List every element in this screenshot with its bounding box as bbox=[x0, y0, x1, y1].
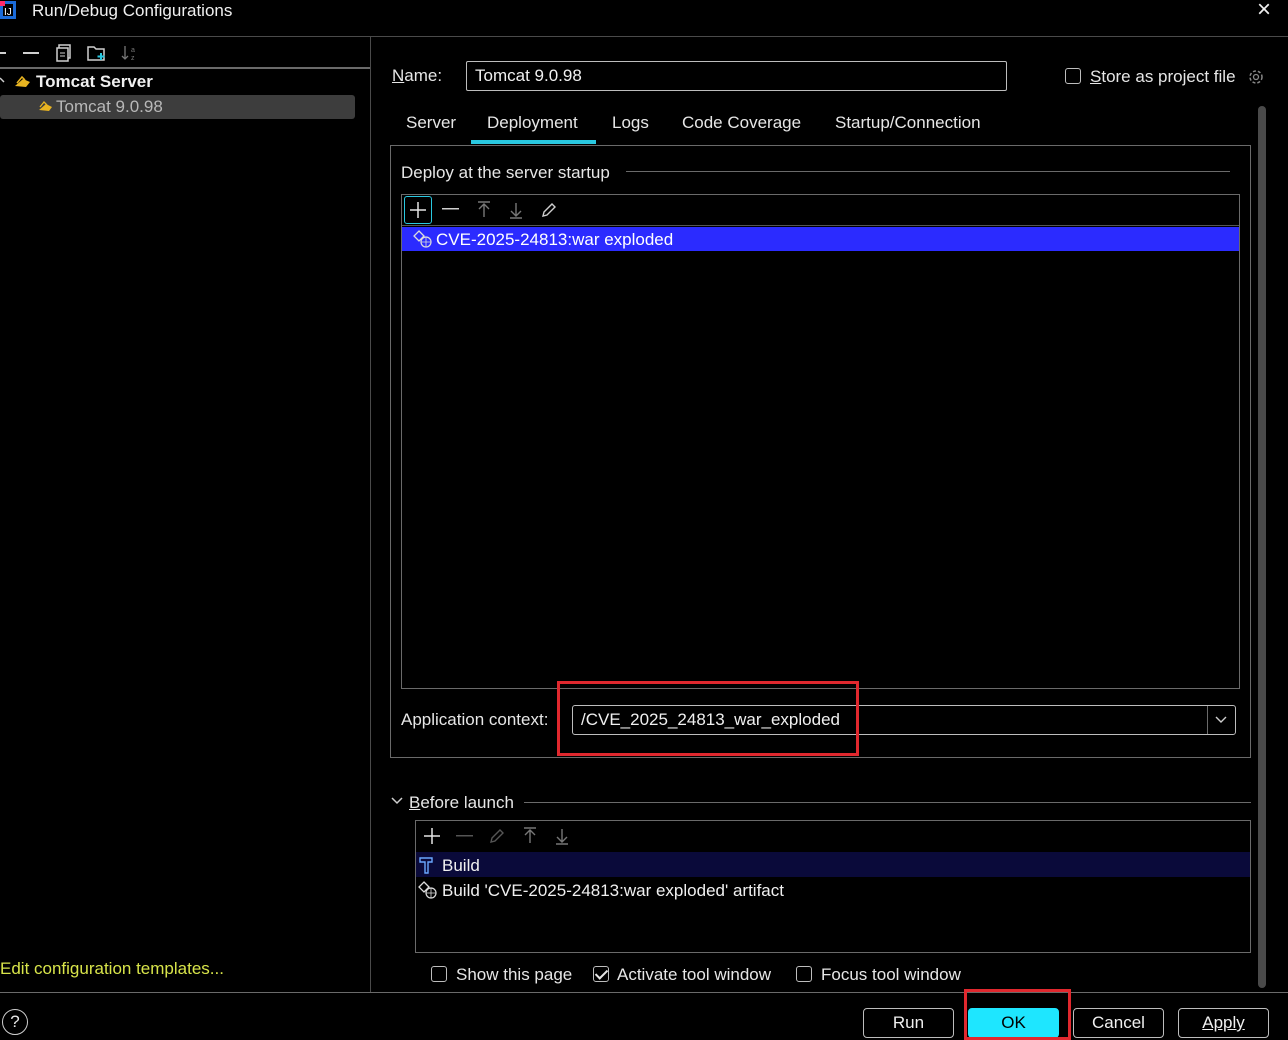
before-launch-mnemonic: B bbox=[409, 793, 421, 812]
svg-text:a: a bbox=[131, 47, 135, 54]
title-divider bbox=[0, 36, 1288, 37]
activate-tool-window-label: Activate tool window bbox=[617, 965, 772, 984]
deploy-move-down-icon[interactable] bbox=[508, 201, 524, 219]
highlight-box-app-context bbox=[557, 681, 859, 756]
task-edit-icon[interactable] bbox=[488, 827, 506, 845]
vertical-scrollbar[interactable] bbox=[1258, 106, 1266, 988]
artifact-icon bbox=[413, 230, 433, 248]
svg-text:IJ: IJ bbox=[4, 7, 12, 18]
deploy-remove-icon[interactable] bbox=[442, 208, 459, 210]
help-button[interactable]: ? bbox=[2, 1009, 28, 1035]
tab-deployment[interactable]: Deployment bbox=[487, 113, 578, 133]
run-button[interactable]: Run bbox=[863, 1008, 954, 1038]
name-label: Name: bbox=[392, 66, 442, 86]
tab-startup-connection[interactable]: Startup/Connection bbox=[835, 113, 981, 133]
tomcat-item-icon bbox=[38, 99, 54, 113]
before-launch-rule bbox=[524, 802, 1251, 803]
store-project-file-label: Store as project file bbox=[1090, 67, 1236, 87]
store-label-mnemonic: S bbox=[1090, 67, 1102, 86]
tab-code-coverage[interactable]: Code Coverage bbox=[682, 113, 801, 133]
deploy-section-rule bbox=[626, 171, 1230, 172]
deploy-move-up-icon[interactable] bbox=[476, 201, 492, 219]
tomcat-icon bbox=[14, 74, 32, 90]
before-launch-title[interactable]: Before launch bbox=[409, 793, 514, 813]
task-move-down-icon[interactable] bbox=[554, 827, 570, 845]
svg-text:z: z bbox=[131, 55, 135, 62]
gear-icon[interactable] bbox=[1246, 67, 1266, 87]
edit-templates-link[interactable]: Edit configuration templates... bbox=[0, 959, 224, 979]
tab-active-indicator bbox=[471, 140, 596, 144]
artifact-task-icon bbox=[418, 881, 438, 899]
store-label-rest: tore as project file bbox=[1101, 67, 1236, 86]
left-panel-divider bbox=[370, 37, 371, 993]
deploy-item-label: CVE-2025-24813:war exploded bbox=[436, 230, 674, 249]
sort-icon[interactable]: az bbox=[121, 44, 139, 62]
close-icon[interactable]: × bbox=[1257, 0, 1271, 24]
bottom-divider bbox=[0, 992, 1288, 993]
tab-server[interactable]: Server bbox=[406, 113, 456, 133]
help-icon: ? bbox=[10, 1012, 20, 1031]
hammer-icon bbox=[418, 856, 436, 874]
app-logo-icon: IJ bbox=[0, 1, 18, 21]
name-label-rest: ame: bbox=[404, 66, 443, 85]
before-launch-chevron-icon[interactable] bbox=[390, 796, 404, 806]
focus-tool-window-checkbox[interactable] bbox=[796, 966, 812, 982]
remove-config-icon[interactable] bbox=[23, 52, 39, 54]
name-field[interactable]: Tomcat 9.0.98 bbox=[466, 61, 1007, 91]
left-toolbar-divider bbox=[0, 67, 370, 69]
deploy-toolbar-divider bbox=[402, 225, 1239, 226]
name-field-value: Tomcat 9.0.98 bbox=[475, 66, 582, 85]
deploy-section-title: Deploy at the server startup bbox=[401, 163, 610, 182]
add-config-icon[interactable] bbox=[0, 52, 6, 54]
show-page-checkbox[interactable] bbox=[431, 966, 447, 982]
chevron-down-icon[interactable] bbox=[1214, 715, 1228, 725]
deploy-add-button[interactable] bbox=[404, 196, 432, 224]
task-remove-icon[interactable] bbox=[456, 835, 473, 837]
window-title: Run/Debug Configurations bbox=[32, 1, 233, 20]
task-add-icon[interactable] bbox=[423, 827, 441, 845]
app-context-label: Application context: bbox=[401, 710, 549, 729]
activate-tool-window-checkbox[interactable] bbox=[593, 966, 609, 982]
deploy-list-box bbox=[401, 194, 1240, 689]
tree-item-label: Tomcat 9.0.98 bbox=[56, 97, 163, 116]
focus-tool-window-label: Focus tool window bbox=[821, 965, 961, 984]
tab-logs[interactable]: Logs bbox=[612, 113, 649, 133]
tree-group-tomcat-server[interactable]: Tomcat Server bbox=[36, 72, 153, 92]
highlight-box-ok bbox=[964, 989, 1071, 1040]
task-build-label: Build bbox=[442, 856, 480, 875]
store-project-file-checkbox[interactable] bbox=[1065, 68, 1081, 84]
apply-button[interactable]: Apply bbox=[1178, 1008, 1269, 1038]
show-page-label: Show this page bbox=[456, 965, 573, 984]
collapse-chevron-icon[interactable] bbox=[0, 76, 6, 86]
cancel-button[interactable]: Cancel bbox=[1073, 1008, 1164, 1038]
app-context-dropdown-divider bbox=[1207, 706, 1208, 734]
name-label-mnemonic: N bbox=[392, 66, 405, 85]
copy-config-icon[interactable] bbox=[56, 44, 72, 62]
plus-icon bbox=[410, 202, 426, 218]
apply-label: Apply bbox=[1202, 1013, 1245, 1032]
task-move-up-icon[interactable] bbox=[522, 827, 538, 845]
deploy-edit-icon[interactable] bbox=[540, 201, 558, 219]
task-artifact-label: Build 'CVE-2025-24813:war exploded' arti… bbox=[442, 881, 784, 900]
new-folder-icon[interactable] bbox=[87, 44, 107, 62]
before-launch-title-rest: efore launch bbox=[420, 793, 514, 812]
task-row-build[interactable] bbox=[416, 852, 1250, 877]
